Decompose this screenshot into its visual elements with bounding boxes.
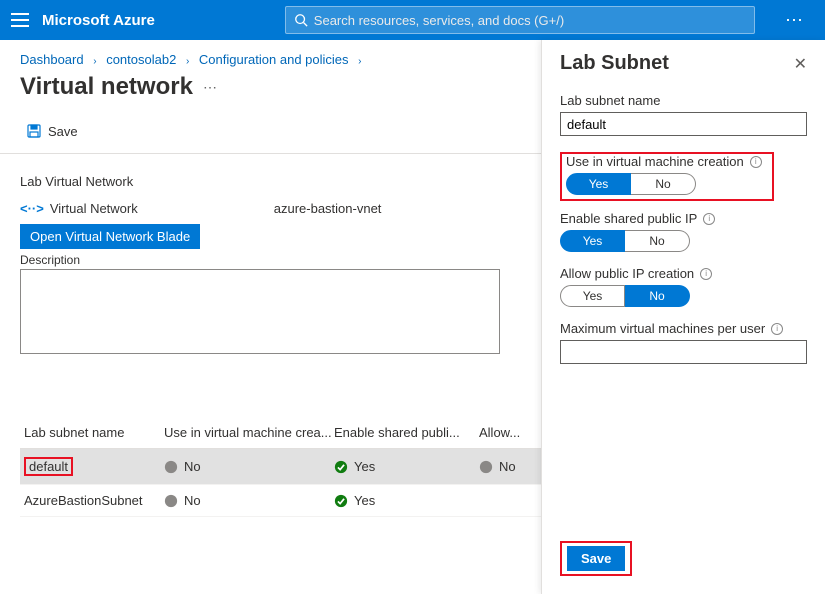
title-more-icon[interactable]: ⋯ <box>203 79 218 96</box>
use-in-vm-label: Use in virtual machine creation <box>566 154 744 169</box>
chevron-right-icon: › <box>87 56 102 67</box>
global-search-input[interactable] <box>314 13 746 28</box>
shared-ip-yes[interactable]: Yes <box>560 230 625 252</box>
shared-ip-no[interactable]: No <box>625 230 690 252</box>
panel-save-highlight: Save <box>560 541 632 576</box>
brand-label: Microsoft Azure <box>42 12 155 29</box>
breadcrumb-dashboard[interactable]: Dashboard <box>20 52 84 67</box>
chevron-right-icon: › <box>352 56 367 67</box>
max-vm-input[interactable] <box>560 340 807 364</box>
chevron-right-icon: › <box>180 56 195 67</box>
more-menu-icon[interactable]: ⋯ <box>785 10 805 31</box>
search-icon <box>294 13 308 27</box>
top-bar: Microsoft Azure ⋯ <box>0 0 825 40</box>
use-in-vm-highlight: Use in virtual machine creation i Yes No <box>560 152 774 201</box>
col-subnet-name[interactable]: Lab subnet name <box>24 425 164 440</box>
virtual-network-name: azure-bastion-vnet <box>274 201 382 216</box>
allow-ip-label: Allow public IP creation <box>560 266 694 281</box>
shared-ip-label: Enable shared public IP <box>560 211 697 226</box>
allow-cell: No <box>479 459 539 474</box>
col-use-vm[interactable]: Use in virtual machine crea... <box>164 425 334 440</box>
save-icon <box>26 123 42 139</box>
page-title: Virtual network <box>20 73 193 101</box>
network-icon: <··> <box>20 201 44 216</box>
info-icon[interactable]: i <box>700 268 712 280</box>
breadcrumb-lab[interactable]: contosolab2 <box>106 52 176 67</box>
global-search[interactable] <box>285 6 755 34</box>
hamburger-menu-icon[interactable] <box>8 8 32 32</box>
info-icon[interactable]: i <box>771 323 783 335</box>
virtual-network-row-label: Virtual Network <box>50 201 138 216</box>
open-vn-blade-button[interactable]: Open Virtual Network Blade <box>20 224 200 249</box>
allow-ip-no[interactable]: No <box>625 285 690 307</box>
use-in-vm-no[interactable]: No <box>631 173 696 195</box>
subnet-name-cell: default <box>24 457 73 476</box>
subnet-name-cell: AzureBastionSubnet <box>24 493 143 508</box>
use-in-vm-toggle[interactable]: Yes No <box>566 173 768 195</box>
subnet-name-input[interactable] <box>560 112 807 136</box>
save-command-label: Save <box>48 124 78 139</box>
col-shared-ip[interactable]: Enable shared publi... <box>334 425 479 440</box>
shared-ip-cell: Yes <box>334 493 479 508</box>
lab-subnet-panel: Lab Subnet ✕ Lab subnet name Use in virt… <box>541 40 825 594</box>
close-icon[interactable]: ✕ <box>794 54 807 74</box>
allow-ip-toggle[interactable]: Yes No <box>560 285 807 307</box>
shared-ip-cell: Yes <box>334 459 479 474</box>
allow-ip-yes[interactable]: Yes <box>560 285 625 307</box>
info-icon[interactable]: i <box>750 156 762 168</box>
breadcrumb-config[interactable]: Configuration and policies <box>199 52 349 67</box>
use-vm-cell: No <box>164 459 334 474</box>
save-command[interactable]: Save <box>20 119 84 143</box>
panel-title: Lab Subnet <box>560 52 669 75</box>
info-icon[interactable]: i <box>703 213 715 225</box>
description-textarea[interactable] <box>20 269 500 354</box>
panel-save-button[interactable]: Save <box>567 546 625 571</box>
use-vm-cell: No <box>164 493 334 508</box>
use-in-vm-yes[interactable]: Yes <box>566 173 631 195</box>
shared-ip-toggle[interactable]: Yes No <box>560 230 807 252</box>
max-vm-label: Maximum virtual machines per user <box>560 321 765 336</box>
subnet-name-label: Lab subnet name <box>560 93 660 108</box>
col-allow[interactable]: Allow... <box>479 425 539 440</box>
